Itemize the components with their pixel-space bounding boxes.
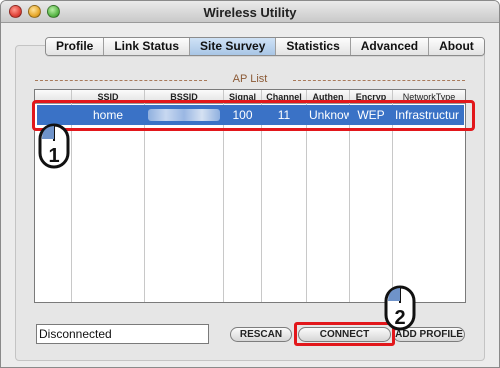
tab-link-status[interactable]: Link Status bbox=[104, 38, 191, 55]
step-1-mouse-icon: 1 bbox=[38, 123, 70, 169]
selected-ap-highlight bbox=[32, 100, 475, 131]
step-2-mouse-icon: 2 bbox=[384, 285, 416, 331]
connect-button-highlight bbox=[294, 322, 395, 346]
wireless-utility-window: Wireless Utility Profile Link Status Sit… bbox=[0, 0, 500, 368]
tab-site-survey[interactable]: Site Survey bbox=[190, 38, 277, 55]
window-title: Wireless Utility bbox=[203, 5, 297, 20]
tab-advanced[interactable]: Advanced bbox=[350, 38, 430, 55]
tab-profile[interactable]: Profile bbox=[46, 38, 105, 55]
tab-about[interactable]: About bbox=[429, 38, 484, 55]
ap-list-header: AP List bbox=[35, 73, 465, 87]
rescan-button[interactable]: RESCAN bbox=[230, 327, 292, 342]
ap-list-title: AP List bbox=[232, 73, 268, 85]
connection-status-field: Disconnected bbox=[36, 324, 209, 344]
ap-list-divider-right bbox=[293, 80, 465, 81]
step-1-number: 1 bbox=[48, 145, 59, 167]
tab-statistics[interactable]: Statistics bbox=[276, 38, 351, 55]
tab-bar: Profile Link Status Site Survey Statisti… bbox=[45, 37, 485, 56]
title-bar: Wireless Utility bbox=[1, 1, 499, 23]
step-2-number: 2 bbox=[394, 307, 405, 329]
